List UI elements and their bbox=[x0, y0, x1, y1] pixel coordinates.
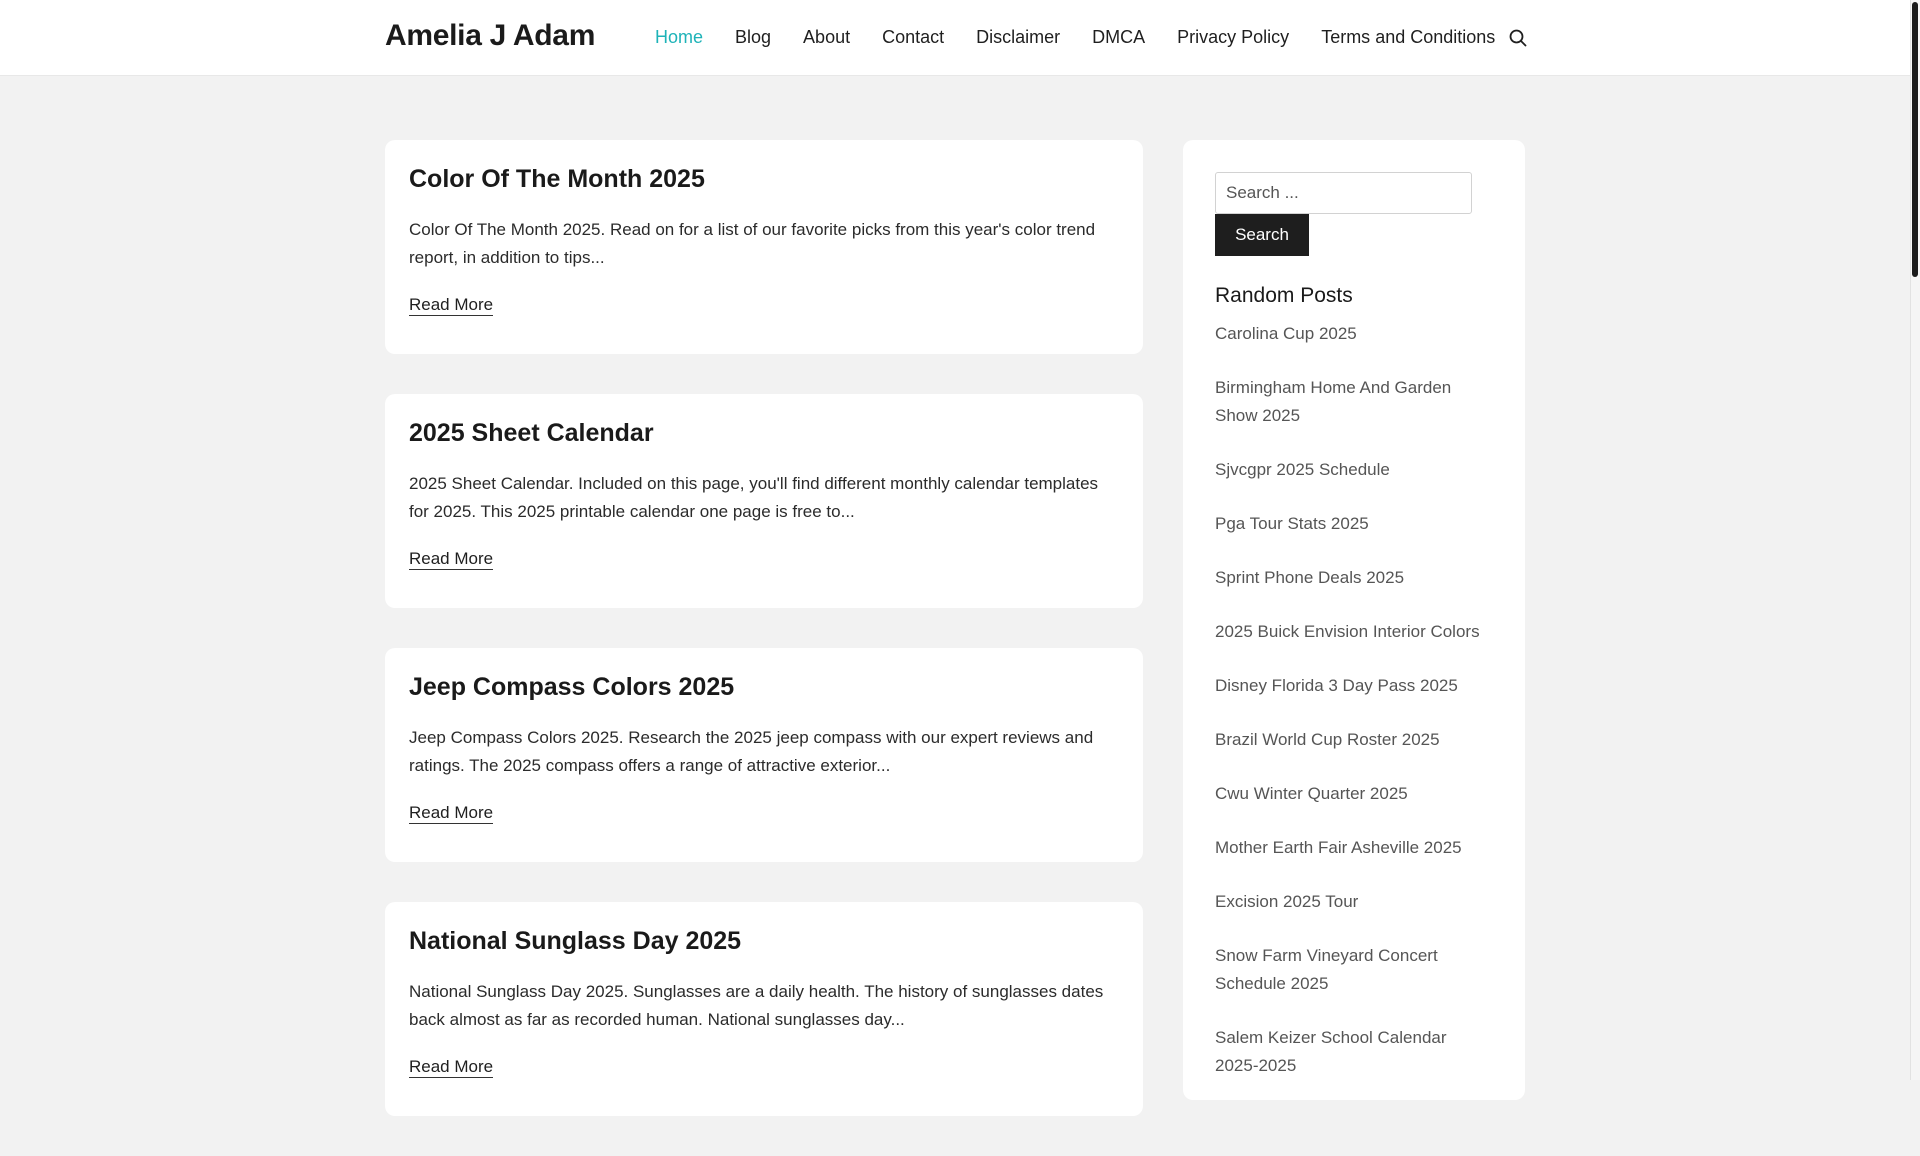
page-scrollbar[interactable] bbox=[1910, 0, 1920, 1080]
post-card: National Sunglass Day 2025 National Sung… bbox=[385, 902, 1143, 1116]
post-title[interactable]: Color Of The Month 2025 bbox=[409, 162, 1119, 196]
post-title[interactable]: National Sunglass Day 2025 bbox=[409, 924, 1119, 958]
nav-item-privacy-policy[interactable]: Privacy Policy bbox=[1177, 27, 1289, 48]
search-button[interactable]: Search bbox=[1215, 214, 1309, 256]
main-nav: Home Blog About Contact Disclaimer DMCA … bbox=[655, 27, 1527, 48]
sidebar: Search Random Posts Carolina Cup 2025 Bi… bbox=[1183, 140, 1525, 1100]
random-posts-list: Carolina Cup 2025 Birmingham Home And Ga… bbox=[1215, 320, 1493, 1080]
nav-item-about[interactable]: About bbox=[803, 27, 850, 48]
post-card: 2025 Sheet Calendar 2025 Sheet Calendar.… bbox=[385, 394, 1143, 608]
site-title[interactable]: Amelia J Adam bbox=[385, 19, 595, 53]
search-icon[interactable] bbox=[1508, 28, 1528, 48]
post-card: Color Of The Month 2025 Color Of The Mon… bbox=[385, 140, 1143, 354]
random-post-link[interactable]: Cwu Winter Quarter 2025 bbox=[1215, 780, 1493, 808]
search-input[interactable] bbox=[1215, 172, 1472, 214]
post-excerpt: Jeep Compass Colors 2025. Research the 2… bbox=[409, 728, 1094, 775]
random-posts-title: Random Posts bbox=[1215, 284, 1353, 307]
site-header: Amelia J Adam Home Blog About Contact Di… bbox=[0, 0, 1910, 76]
nav-item-dmca[interactable]: DMCA bbox=[1092, 27, 1145, 48]
read-more-link[interactable]: Read More bbox=[409, 1057, 494, 1078]
nav-item-contact[interactable]: Contact bbox=[882, 27, 944, 48]
random-post-link[interactable]: Excision 2025 Tour bbox=[1215, 888, 1493, 916]
random-post-link[interactable]: Pga Tour Stats 2025 bbox=[1215, 510, 1493, 538]
random-post-link[interactable]: Disney Florida 3 Day Pass 2025 bbox=[1215, 672, 1493, 700]
random-post-link[interactable]: Sprint Phone Deals 2025 bbox=[1215, 564, 1493, 592]
random-post-link[interactable]: Sjvcgpr 2025 Schedule bbox=[1215, 456, 1493, 484]
random-post-link[interactable]: Brazil World Cup Roster 2025 bbox=[1215, 726, 1493, 754]
scrollbar-thumb[interactable] bbox=[1912, 2, 1918, 277]
nav-item-home[interactable]: Home bbox=[655, 27, 703, 48]
read-more-link[interactable]: Read More bbox=[409, 295, 494, 316]
post-excerpt: Color Of The Month 2025. Read on for a l… bbox=[409, 220, 1096, 267]
random-post-link[interactable]: Carolina Cup 2025 bbox=[1215, 320, 1493, 348]
post-title[interactable]: 2025 Sheet Calendar bbox=[409, 416, 1119, 450]
nav-item-disclaimer[interactable]: Disclaimer bbox=[976, 27, 1060, 48]
post-list: Color Of The Month 2025 Color Of The Mon… bbox=[385, 140, 1143, 1156]
post-card: Jeep Compass Colors 2025 Jeep Compass Co… bbox=[385, 648, 1143, 862]
nav-item-terms-and-conditions[interactable]: Terms and Conditions bbox=[1321, 27, 1495, 48]
nav-item-blog[interactable]: Blog bbox=[735, 27, 771, 48]
post-excerpt: National Sunglass Day 2025. Sunglasses a… bbox=[409, 982, 1104, 1029]
random-post-link[interactable]: Mother Earth Fair Asheville 2025 bbox=[1215, 834, 1493, 862]
read-more-link[interactable]: Read More bbox=[409, 549, 494, 570]
post-excerpt: 2025 Sheet Calendar. Included on this pa… bbox=[409, 474, 1099, 521]
post-title[interactable]: Jeep Compass Colors 2025 bbox=[409, 670, 1119, 704]
read-more-link[interactable]: Read More bbox=[409, 803, 494, 824]
random-post-link[interactable]: 2025 Buick Envision Interior Colors bbox=[1215, 618, 1493, 646]
random-post-link[interactable]: Birmingham Home And Garden Show 2025 bbox=[1215, 374, 1493, 430]
random-post-link[interactable]: Snow Farm Vineyard Concert Schedule 2025 bbox=[1215, 942, 1493, 998]
random-post-link[interactable]: Salem Keizer School Calendar 2025-2025 bbox=[1215, 1024, 1493, 1080]
